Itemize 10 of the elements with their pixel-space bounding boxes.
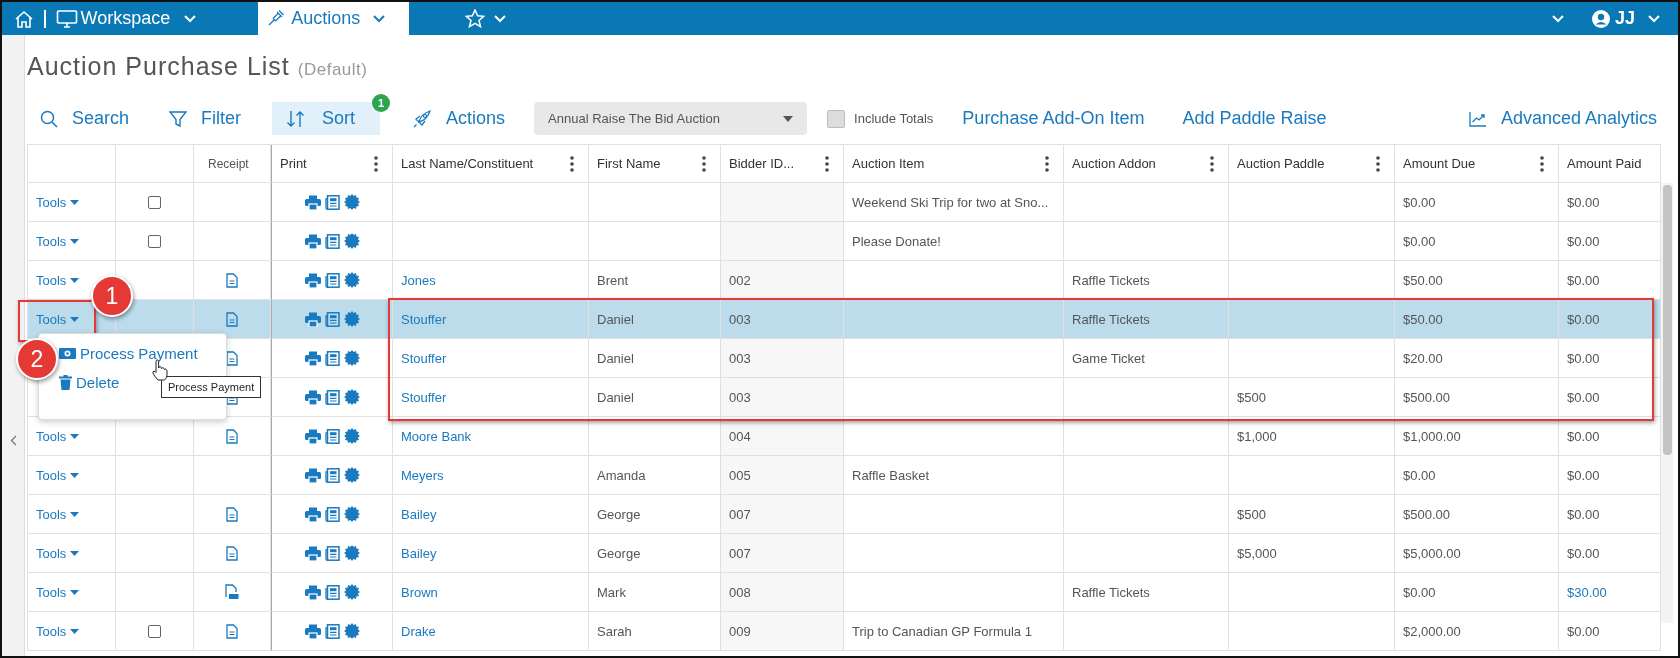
count-badge: 1 <box>372 94 391 112</box>
table-cell: Trip to Canadian GP Formula 1 <box>844 612 1064 651</box>
table-cell: 009 <box>721 612 844 651</box>
include-totals-label: Include Totals <box>854 111 934 126</box>
table-cell: $0.00 <box>1559 612 1661 651</box>
table-cell: $2,000.00 <box>1395 612 1559 651</box>
page-title: Auction Purchase List <box>27 52 290 81</box>
view-name: (Default) <box>297 60 368 80</box>
tooltip: Process Payment <box>161 376 262 398</box>
table-cell: Sarah <box>589 612 721 651</box>
